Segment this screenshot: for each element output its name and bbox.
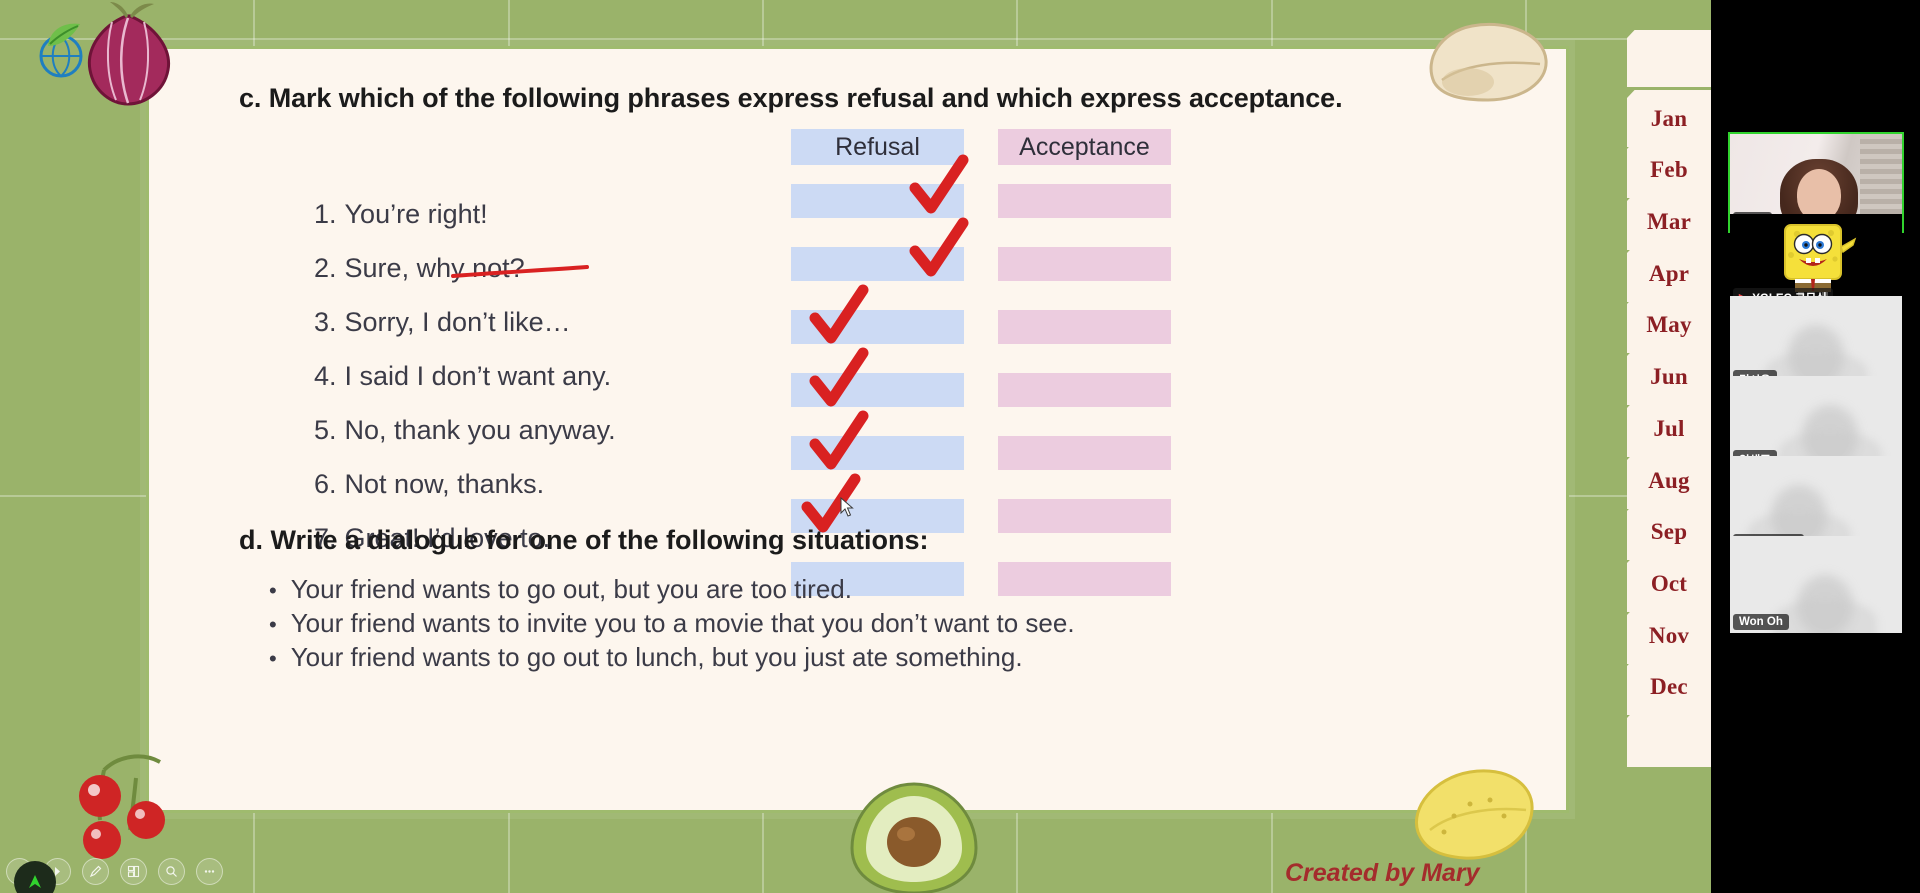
- layout-icon[interactable]: [120, 858, 147, 885]
- item-text: No, thank you anyway.: [344, 415, 616, 445]
- table-row: [791, 347, 1171, 427]
- bullet-icon: •: [269, 578, 277, 603]
- cell-refusal[interactable]: [791, 373, 964, 407]
- month-tab-jul[interactable]: Jul: [1627, 400, 1711, 457]
- item-number: 6.: [314, 469, 337, 499]
- month-tab-mar[interactable]: Mar: [1627, 193, 1711, 250]
- month-tab-nov[interactable]: Nov: [1627, 607, 1711, 664]
- cell-acceptance[interactable]: [998, 310, 1171, 344]
- worksheet-page: c. Mark which of the following phrases e…: [146, 46, 1569, 813]
- list-item: • Your friend wants to go out, but you a…: [269, 574, 1075, 608]
- month-tab-jan[interactable]: Jan: [1627, 90, 1711, 147]
- month-tab-blank-bottom[interactable]: [1627, 710, 1711, 767]
- item-number: 3.: [314, 307, 337, 337]
- magnifier-icon[interactable]: [158, 858, 185, 885]
- list-item: • Your friend wants to go out to lunch, …: [269, 642, 1075, 676]
- screen-root: Jan Feb Mar Apr May Jun Jul Aug Sep Oct …: [0, 0, 1920, 893]
- month-tab-aug[interactable]: Aug: [1627, 452, 1711, 509]
- shared-screen: Jan Feb Mar Apr May Jun Jul Aug Sep Oct …: [0, 0, 1711, 893]
- cell-acceptance[interactable]: [998, 436, 1171, 470]
- share-toolbar: [6, 858, 223, 893]
- item-number: 4.: [314, 361, 337, 391]
- month-tab-rail: Jan Feb Mar Apr May Jun Jul Aug Sep Oct …: [1627, 0, 1711, 845]
- item-text: I said I don’t want any.: [344, 361, 612, 391]
- item-number: 5.: [314, 415, 337, 445]
- cell-refusal[interactable]: [791, 184, 964, 218]
- grid-line: [0, 38, 1711, 40]
- pen-icon[interactable]: [82, 858, 109, 885]
- section-c-heading: c. Mark which of the following phrases e…: [239, 83, 1343, 113]
- list-item: 1. You’re right!: [314, 187, 834, 241]
- situation-list: • Your friend wants to go out, but you a…: [269, 574, 1075, 676]
- month-tab-apr[interactable]: Apr: [1627, 245, 1711, 302]
- month-tab-may[interactable]: May: [1627, 296, 1711, 353]
- cell-refusal[interactable]: [791, 310, 964, 344]
- table-row: [791, 410, 1171, 490]
- column-header-acceptance: Acceptance: [998, 129, 1171, 165]
- item-text: Not now, thanks.: [344, 469, 545, 499]
- cell-acceptance[interactable]: [998, 373, 1171, 407]
- participant-tile-wonoh[interactable]: Won Oh: [1730, 536, 1902, 633]
- item-text: Your friend wants to go out to lunch, bu…: [290, 642, 1023, 672]
- list-item: 4. I said I don’t want any.: [314, 349, 834, 403]
- participant-name: Won Oh: [1739, 616, 1783, 628]
- item-text: You’re right!: [344, 199, 488, 229]
- participant-strip: Mary: [1711, 0, 1920, 893]
- item-text: Sure, why not?: [344, 253, 525, 283]
- list-item: 3. Sorry, I don’t like…: [314, 295, 834, 349]
- item-text: Your friend wants to invite you to a mov…: [290, 608, 1075, 638]
- name-badge: Won Oh: [1733, 614, 1789, 630]
- cell-refusal[interactable]: [791, 247, 964, 281]
- table-row: [791, 154, 1171, 238]
- bullet-icon: •: [269, 646, 277, 671]
- section-d-heading: d. Write a dialogue for one of the follo…: [239, 525, 929, 555]
- column-header-refusal: Refusal: [791, 129, 964, 165]
- cell-acceptance[interactable]: [998, 247, 1171, 281]
- bullet-icon: •: [269, 612, 277, 637]
- month-tab-feb[interactable]: Feb: [1627, 141, 1711, 198]
- table-row: [791, 217, 1171, 301]
- item-text: Your friend wants to go out, but you are…: [290, 574, 852, 604]
- list-item: 6. Not now, thanks.: [314, 457, 834, 511]
- item-number: 2.: [314, 253, 337, 283]
- list-item: 2. Sure, why not?: [314, 241, 834, 295]
- more-icon[interactable]: [196, 858, 223, 885]
- mouse-cursor: [840, 497, 854, 517]
- month-tab-sep[interactable]: Sep: [1627, 503, 1711, 560]
- month-tab-blank[interactable]: [1627, 30, 1711, 87]
- month-tab-jun[interactable]: Jun: [1627, 348, 1711, 405]
- cell-refusal[interactable]: [791, 436, 964, 470]
- globe-leaf-logo: [39, 23, 83, 78]
- list-item: • Your friend wants to invite you to a m…: [269, 608, 1075, 642]
- cell-acceptance[interactable]: [998, 184, 1171, 218]
- phrase-list: 1. You’re right! 2. Sure, why not? 3. So…: [314, 187, 834, 565]
- month-tab-dec[interactable]: Dec: [1627, 658, 1711, 715]
- month-tab-oct[interactable]: Oct: [1627, 555, 1711, 612]
- cell-acceptance[interactable]: [998, 499, 1171, 533]
- item-number: 1.: [314, 199, 337, 229]
- item-text: Sorry, I don’t like…: [344, 307, 571, 337]
- table-header-row: Refusal Acceptance: [791, 129, 1171, 165]
- table-row: [791, 284, 1171, 364]
- list-item: 5. No, thank you anyway.: [314, 403, 834, 457]
- footer-credit: Created by Mary: [1285, 859, 1480, 887]
